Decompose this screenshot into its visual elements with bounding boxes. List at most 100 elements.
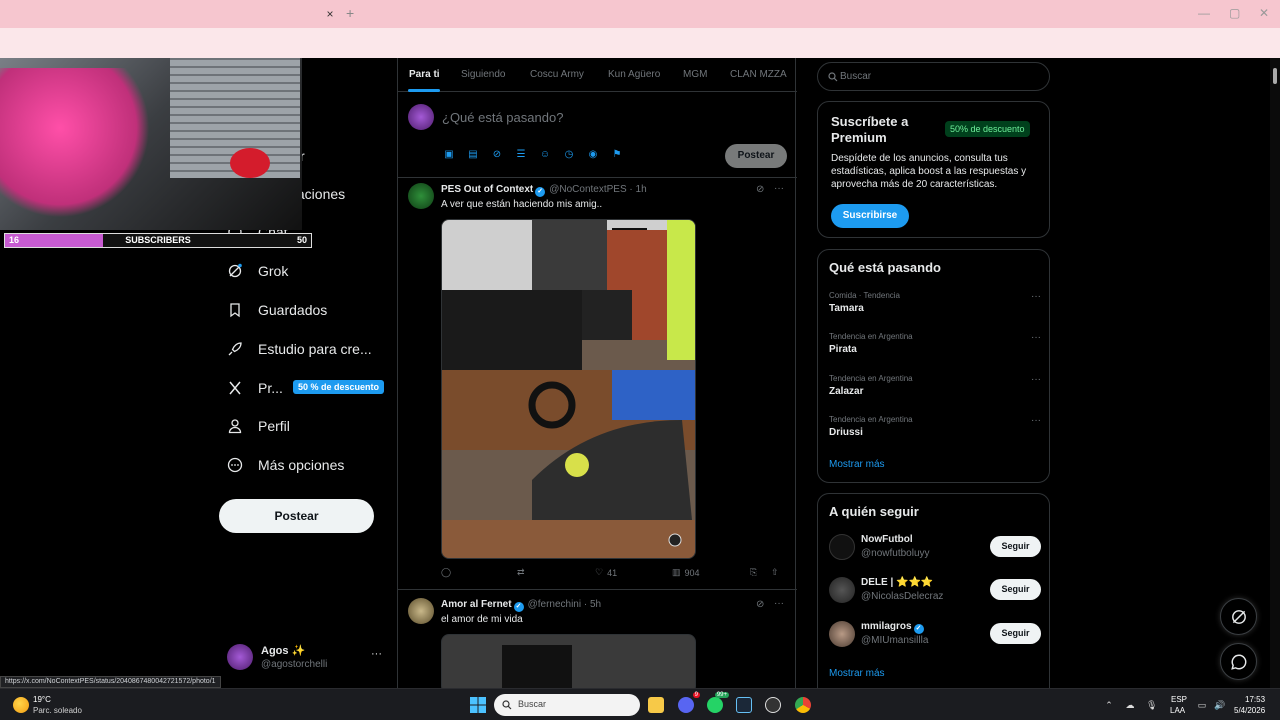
taskbar: 19°C Parc. soleado Buscar 9 99+ ⌃ ☁ 🎙 ES…	[0, 688, 1280, 720]
weather-description: Parc. soleado	[33, 706, 82, 715]
nav-item-bookmarks[interactable]: Guardados	[226, 298, 327, 322]
who-show-more-link[interactable]: Mostrar más	[829, 668, 885, 679]
search-input[interactable]: Buscar	[817, 62, 1050, 91]
nav-item-more-options[interactable]: Más opciones	[226, 453, 344, 477]
retweet-button[interactable]: ⇄	[517, 567, 529, 578]
nav-item-grok[interactable]: Grok	[226, 259, 288, 283]
new-tab-button[interactable]: +	[346, 5, 354, 21]
grok-fab[interactable]	[1220, 598, 1257, 635]
file-explorer-icon[interactable]	[648, 697, 664, 713]
tab-coscu-army[interactable]: Coscu Army	[530, 69, 584, 80]
location-icon[interactable]: ◉	[587, 149, 599, 161]
taskbar-search-input[interactable]: Buscar	[494, 694, 640, 716]
network-icon[interactable]: ☁	[1125, 700, 1135, 710]
chrome-icon[interactable]	[795, 697, 811, 713]
nav-label: Perfil	[258, 418, 290, 434]
trend-more-icon[interactable]: ···	[1031, 332, 1041, 343]
tweet-text: el amor de mi vida	[441, 614, 523, 625]
minimize-button[interactable]: —	[1198, 6, 1210, 20]
follow-button[interactable]: Seguir	[990, 623, 1041, 644]
tweet-meta: @NoContextPES · 1h	[549, 184, 647, 195]
subscriber-goal: 50	[296, 235, 307, 245]
trend-item[interactable]: Comida · Tendencia Tamara ···	[829, 291, 1041, 325]
maximize-button[interactable]: ▢	[1229, 6, 1240, 20]
flag-icon[interactable]: ⚑	[611, 149, 623, 161]
tab-for-you[interactable]: Para ti	[409, 69, 440, 80]
discord-icon[interactable]: 9	[678, 692, 700, 713]
nav-item-creator-studio[interactable]: Estudio para cre...	[226, 337, 372, 361]
grok-icon[interactable]: ⊘	[756, 599, 768, 611]
reply-button[interactable]: ◯	[441, 567, 455, 578]
retweet-icon: ⇄	[517, 567, 525, 577]
verified-icon: ✓	[913, 624, 924, 634]
bookmark-button[interactable]: ⎘	[750, 567, 757, 578]
like-button[interactable]: ♡ 41	[595, 567, 617, 578]
share-button[interactable]: ⇧	[771, 567, 779, 578]
taskbar-search-placeholder: Buscar	[518, 699, 547, 709]
tweet-more-icon[interactable]: ···	[774, 598, 784, 609]
trends-show-more-link[interactable]: Mostrar más	[829, 459, 885, 470]
follow-button[interactable]: Seguir	[990, 536, 1041, 557]
follow-suggestion[interactable]: DELE | ⭐⭐⭐ @NicolasDelecraz Seguir	[829, 575, 1041, 607]
trend-item[interactable]: Tendencia en Argentina Driussi ···	[829, 415, 1041, 449]
trend-item[interactable]: Tendencia en Argentina Pirata ···	[829, 332, 1041, 366]
tweet[interactable]: PES Out of Context ✓ @NoContextPES · 1h ⊘ …	[398, 178, 797, 590]
emoji-icon[interactable]: ☺	[539, 149, 551, 161]
messages-fab[interactable]	[1220, 643, 1257, 680]
account-switcher[interactable]: Agos ✨ @agostorchelli ···	[227, 642, 387, 672]
grok-icon[interactable]: ⊘	[756, 184, 768, 196]
nav-item-profile[interactable]: Perfil	[226, 414, 290, 438]
avatar	[829, 621, 855, 647]
compose-input[interactable]: ¿Qué está pasando?	[442, 110, 563, 125]
premium-card: Suscríbete a Premium 50% de descuento De…	[817, 101, 1050, 238]
obs-icon[interactable]	[765, 697, 781, 713]
tab-following[interactable]: Siguiendo	[461, 69, 505, 80]
clock-time[interactable]: 17:53	[1245, 695, 1265, 704]
close-window-button[interactable]: ✕	[1259, 6, 1269, 20]
tweet-more-icon[interactable]: ···	[774, 183, 784, 194]
tweet-author[interactable]: PES Out of Context ✓ @NoContextPES · 1h	[441, 184, 647, 197]
microphone-icon[interactable]: 🎙	[1146, 700, 1157, 710]
image-icon[interactable]: ▣	[443, 149, 455, 161]
poll-icon[interactable]: ☰	[515, 149, 527, 161]
tab-clan-mzza[interactable]: CLAN MZZA	[730, 69, 787, 80]
weather-sun-icon[interactable]	[13, 697, 29, 713]
scrollbar-thumb[interactable]	[1273, 68, 1277, 84]
language-indicator[interactable]: ESP	[1171, 695, 1187, 704]
scrollbar[interactable]	[1270, 58, 1280, 688]
trend-item[interactable]: Tendencia en Argentina Zalazar ···	[829, 374, 1041, 408]
views-button[interactable]: ▥ 904	[672, 567, 700, 578]
schedule-icon[interactable]: ◷	[563, 149, 575, 161]
trend-more-icon[interactable]: ···	[1031, 291, 1041, 302]
tray-chevron-icon[interactable]: ⌃	[1104, 700, 1114, 710]
compose-post-button[interactable]: Postear	[725, 144, 787, 168]
views-count: 904	[684, 567, 700, 578]
nav-item-premium[interactable]: Pr...	[226, 376, 283, 400]
display-icon[interactable]: ▭	[1197, 700, 1207, 710]
avatar	[829, 577, 855, 603]
address-bar[interactable]: ⤓ ☆ O ⧉ ≡ ● ⋮	[0, 28, 1280, 78]
whatsapp-icon[interactable]: 99+	[707, 692, 729, 713]
follow-button[interactable]: Seguir	[990, 579, 1041, 600]
gif-icon[interactable]: ▤	[467, 149, 479, 161]
post-button[interactable]: Postear	[219, 499, 374, 533]
windows-start-icon[interactable]	[470, 697, 486, 713]
volume-icon[interactable]: 🔊	[1214, 700, 1225, 710]
nav-label: Pr...	[258, 380, 283, 396]
tweet-image[interactable]	[441, 219, 696, 559]
tab-kun-aguero[interactable]: Kun Agüero	[608, 69, 660, 80]
tweet[interactable]: Amor al Fernet ✓ @fernechini · 5h ⊘ ··· el…	[398, 590, 797, 688]
follow-suggestion[interactable]: mmilagros ✓ @MIUmansillla Seguir	[829, 619, 1041, 651]
tweet-author[interactable]: Amor al Fernet ✓ @fernechini · 5h	[441, 599, 601, 612]
account-more-icon[interactable]: ···	[371, 648, 382, 660]
follow-suggestion[interactable]: NowFutbol @nowfutboluyy Seguir	[829, 532, 1041, 564]
steam-icon[interactable]	[736, 697, 752, 713]
compose-box: ¿Qué está pasando? ▣ ▤ ⊘ ☰ ☺ ◷ ◉ ⚑ Poste…	[398, 92, 797, 178]
tweet-image[interactable]	[441, 634, 696, 688]
trend-more-icon[interactable]: ···	[1031, 415, 1041, 426]
tab-close-button[interactable]: ×	[322, 6, 338, 22]
grok-icon[interactable]: ⊘	[491, 149, 503, 161]
tab-mgm[interactable]: MGM	[683, 69, 707, 80]
trend-more-icon[interactable]: ···	[1031, 374, 1041, 385]
subscribe-button[interactable]: Suscribirse	[831, 204, 909, 228]
